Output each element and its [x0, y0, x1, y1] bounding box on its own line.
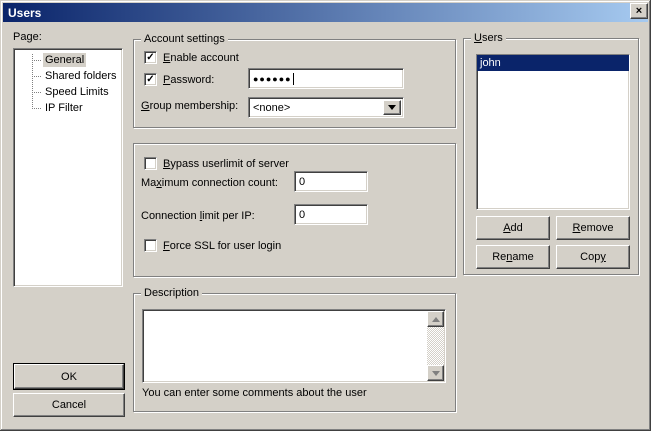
account-settings-title: Account settings: [141, 33, 228, 46]
copy-button[interactable]: Copy: [556, 245, 630, 269]
password-label[interactable]: Password:: [163, 74, 214, 86]
rename-button[interactable]: Rename: [476, 245, 550, 269]
users-group-title: Users: [471, 32, 506, 45]
group-membership-select[interactable]: <none>: [248, 97, 404, 118]
max-connection-label: Maximum connection count:: [141, 177, 278, 190]
bypass-userlimit-row: Bypass userlimit of server: [144, 157, 289, 170]
password-checkbox[interactable]: ✓: [144, 73, 157, 86]
enable-account-label[interactable]: Enable account: [163, 52, 239, 64]
scroll-down-icon[interactable]: [427, 365, 444, 381]
group-membership-label: Group membership:: [141, 100, 238, 113]
connection-limits-group: Bypass userlimit of server Maximum conne…: [133, 143, 456, 277]
force-ssl-label[interactable]: Force SSL for user login: [163, 240, 281, 252]
description-hint: You can enter some comments about the us…: [142, 387, 367, 400]
title-bar: Users: [3, 3, 648, 22]
users-group: Users john Add Remove Rename Copy: [463, 38, 639, 275]
remove-button[interactable]: Remove: [556, 216, 630, 240]
page-tree: General Shared folders Speed Limits IP F…: [13, 48, 123, 287]
connection-per-ip-input[interactable]: 0: [294, 204, 368, 225]
page-tree-item-shared-folders[interactable]: Shared folders: [14, 68, 122, 84]
bypass-userlimit-label[interactable]: Bypass userlimit of server: [163, 158, 289, 170]
bypass-userlimit-checkbox[interactable]: [144, 157, 157, 170]
scroll-up-icon[interactable]: [427, 311, 444, 327]
users-list: john: [476, 54, 630, 210]
description-textarea[interactable]: [142, 309, 446, 383]
ok-button[interactable]: OK: [14, 364, 124, 389]
description-scrollbar[interactable]: [427, 311, 444, 381]
account-settings-group: Account settings ✓ Enable account ✓ Pass…: [133, 39, 456, 128]
page-tree-item-speed-limits[interactable]: Speed Limits: [14, 84, 122, 100]
force-ssl-row: Force SSL for user login: [144, 239, 281, 252]
window-title: Users: [3, 6, 41, 20]
text-caret: [293, 73, 294, 85]
force-ssl-checkbox[interactable]: [144, 239, 157, 252]
users-dialog: Users × Page: General Shared folders Spe…: [0, 0, 651, 431]
page-label: Page:: [13, 31, 42, 44]
password-input[interactable]: ●●●●●●: [248, 68, 404, 89]
user-list-item-john[interactable]: john: [477, 55, 629, 71]
close-icon[interactable]: ×: [630, 3, 648, 19]
page-tree-item-general[interactable]: General: [14, 52, 122, 68]
max-connection-input[interactable]: 0: [294, 171, 368, 192]
enable-account-row: ✓ Enable account: [144, 51, 239, 64]
page-tree-item-ip-filter[interactable]: IP Filter: [14, 100, 122, 116]
description-title: Description: [141, 287, 202, 300]
cancel-button[interactable]: Cancel: [13, 393, 125, 417]
add-button[interactable]: Add: [476, 216, 550, 240]
connection-per-ip-label: Connection limit per IP:: [141, 210, 255, 223]
enable-account-checkbox[interactable]: ✓: [144, 51, 157, 64]
chevron-down-icon[interactable]: [383, 100, 401, 115]
password-row: ✓ Password:: [144, 73, 214, 86]
description-group: Description You can enter some comments …: [133, 293, 456, 412]
